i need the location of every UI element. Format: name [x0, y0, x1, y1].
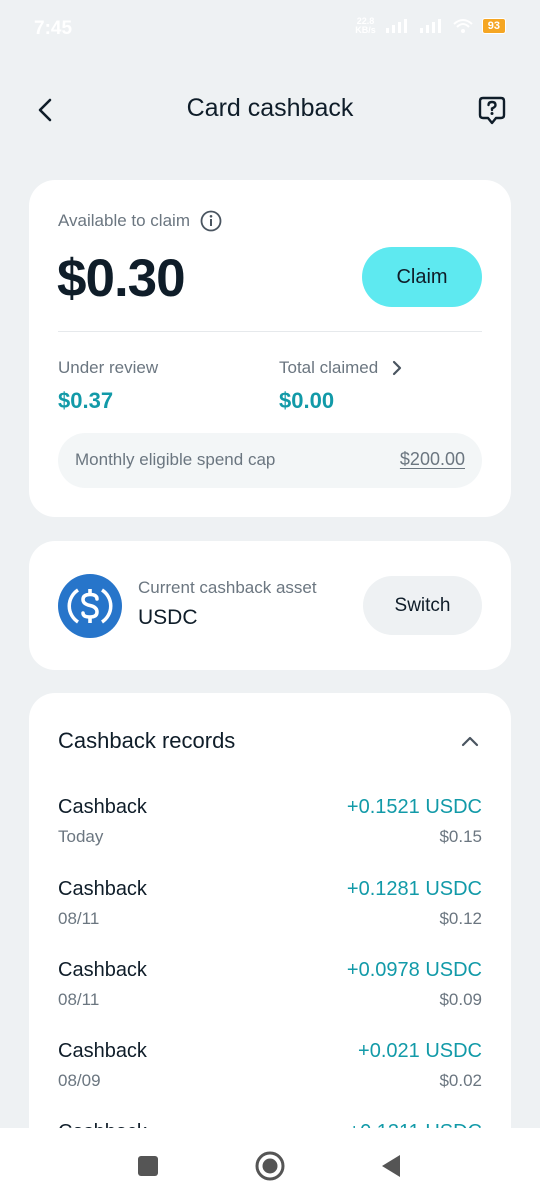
signal-icon — [385, 19, 407, 33]
circle-icon[interactable] — [254, 1150, 286, 1182]
claim-button[interactable]: Claim — [362, 247, 482, 307]
record-date: Today — [58, 827, 104, 846]
status-icons: 22.8 KB/s 93 — [355, 17, 506, 35]
record-date: 08/11 — [58, 909, 100, 928]
record-title: Cashback — [58, 878, 147, 900]
record-amount: +0.1521 USDC — [346, 796, 482, 818]
record-date: 08/09 — [58, 1071, 101, 1090]
record-row[interactable]: Cashback Today +0.1521 USDC $0.15 — [58, 796, 482, 860]
usdc-logo-icon — [58, 574, 122, 638]
switch-button[interactable]: Switch — [363, 576, 482, 635]
cashback-records-card: Cashback records Cashback Today +0.1521 … — [29, 693, 511, 1200]
total-claimed-label: Total claimed — [279, 358, 379, 377]
help-icon[interactable] — [476, 94, 508, 126]
available-amount: $0.30 — [57, 249, 186, 308]
chevron-up-icon[interactable] — [459, 730, 481, 752]
wifi-icon — [453, 19, 473, 33]
record-date: 08/11 — [58, 990, 100, 1009]
under-review-value: $0.37 — [58, 388, 114, 413]
header: Card cashback — [0, 80, 540, 140]
under-review-stat: Under review $0.37 — [58, 358, 158, 414]
record-usd: $0.09 — [439, 990, 482, 1009]
signal-icon — [419, 19, 441, 33]
record-amount: +0.021 USDC — [358, 1040, 482, 1062]
cashback-asset-card: Current cashback asset USDC Switch — [29, 541, 511, 670]
record-amount: +0.0978 USDC — [346, 959, 482, 981]
record-row[interactable]: Cashback 08/11 +0.0978 USDC $0.09 — [58, 959, 482, 1023]
record-usd: $0.15 — [439, 827, 482, 846]
available-label: Available to claim — [58, 211, 190, 230]
divider — [58, 331, 482, 332]
network-speed: 22.8 KB/s — [355, 16, 376, 35]
record-title: Cashback — [58, 1040, 147, 1062]
system-nav-bar — [0, 1128, 540, 1200]
record-amount: +0.1281 USDC — [346, 878, 482, 900]
record-usd: $0.02 — [439, 1071, 482, 1090]
total-claimed-stat[interactable]: Total claimed $0.00 — [279, 358, 404, 414]
battery-indicator: 93 — [481, 18, 506, 34]
asset-label: Current cashback asset — [138, 578, 317, 597]
claim-card: Available to claim $0.30 Claim Under rev… — [29, 180, 511, 517]
record-row[interactable]: Cashback 08/09 +0.021 USDC $0.02 — [58, 1040, 482, 1104]
spend-cap-label: Monthly eligible spend cap — [75, 450, 276, 469]
triangle-back-icon[interactable] — [376, 1150, 408, 1182]
record-title: Cashback — [58, 959, 147, 981]
available-row: Available to claim — [58, 210, 222, 232]
under-review-label: Under review — [58, 358, 159, 377]
page-title: Card cashback — [186, 94, 354, 122]
record-row[interactable]: Cashback 08/11 +0.1281 USDC $0.12 — [58, 878, 482, 942]
records-title: Cashback records — [58, 728, 236, 753]
status-time: 7:45 — [34, 18, 73, 39]
status-bar: 7:45 22.8 KB/s 93 — [0, 0, 540, 58]
record-usd: $0.12 — [439, 909, 482, 928]
total-claimed-value: $0.00 — [279, 388, 335, 413]
asset-name: USDC — [138, 606, 198, 629]
spend-cap-value[interactable]: $200.00 — [400, 449, 465, 470]
info-icon[interactable] — [200, 210, 222, 232]
spend-cap-box: Monthly eligible spend cap $200.00 — [58, 433, 482, 488]
chevron-right-icon[interactable] — [390, 359, 404, 377]
square-icon[interactable] — [132, 1150, 164, 1182]
record-title: Cashback — [58, 796, 147, 818]
